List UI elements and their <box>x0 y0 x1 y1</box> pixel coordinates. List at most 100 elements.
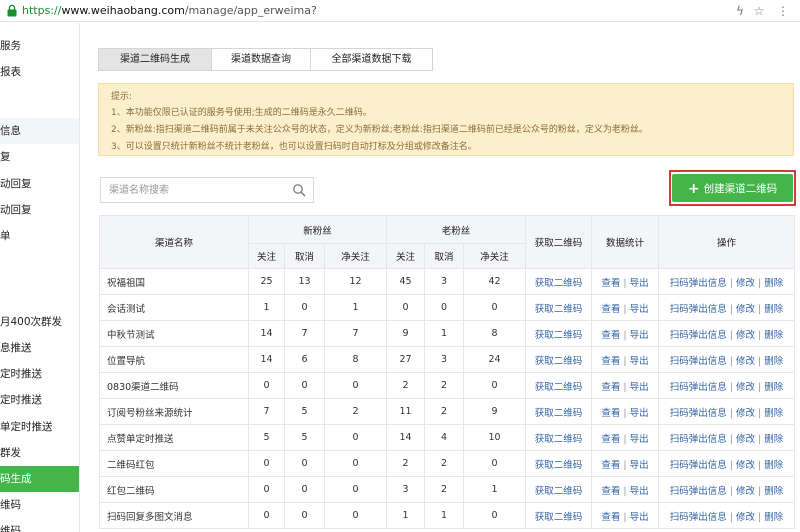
popup-info-link[interactable]: 扫码弹出信息 <box>670 512 727 523</box>
popup-info-link[interactable]: 扫码弹出信息 <box>670 278 727 289</box>
delete-link[interactable]: 删除 <box>764 278 783 289</box>
edit-link[interactable]: 修改 <box>736 304 755 315</box>
tab-qr-generate[interactable]: 渠道二维码生成 <box>99 49 212 70</box>
view-link[interactable]: 查看 <box>601 278 620 289</box>
edit-link[interactable]: 修改 <box>736 434 755 445</box>
get-qr-link[interactable]: 获取二维码 <box>535 330 583 341</box>
popup-info-link[interactable]: 扫码弹出信息 <box>670 356 727 367</box>
delete-link[interactable]: 删除 <box>764 304 783 315</box>
export-link[interactable]: 导出 <box>630 512 649 523</box>
delete-link[interactable]: 删除 <box>764 382 783 393</box>
col-header-ops: 操作 <box>658 215 795 269</box>
create-qr-button[interactable]: + 创建渠道二维码 <box>672 174 793 202</box>
sidebar-item[interactable]: 月400次群发 <box>0 309 79 335</box>
sidebar-item[interactable]: 单定时推送 <box>0 414 79 440</box>
delete-link[interactable]: 删除 <box>764 486 783 497</box>
export-link[interactable]: 导出 <box>630 304 649 315</box>
sidebar-item[interactable]: 维码 <box>0 518 79 532</box>
sidebar-item[interactable]: 动回复 <box>0 171 79 197</box>
view-link[interactable]: 查看 <box>601 408 620 419</box>
sidebar-item[interactable]: 复 <box>0 144 79 170</box>
sidebar-item[interactable]: 服务 <box>0 33 79 59</box>
export-link[interactable]: 导出 <box>630 408 649 419</box>
export-link[interactable]: 导出 <box>630 434 649 445</box>
separator: | <box>758 459 762 471</box>
delete-link[interactable]: 删除 <box>764 512 783 523</box>
edit-link[interactable]: 修改 <box>736 382 755 393</box>
sidebar-item[interactable]: 单 <box>0 223 79 249</box>
view-link[interactable]: 查看 <box>601 460 620 471</box>
get-qr-link[interactable]: 获取二维码 <box>535 486 583 497</box>
popup-info-link[interactable]: 扫码弹出信息 <box>670 460 727 471</box>
delete-link[interactable]: 删除 <box>764 460 783 471</box>
get-qr-link[interactable]: 获取二维码 <box>535 304 583 315</box>
popup-info-link[interactable]: 扫码弹出信息 <box>670 486 727 497</box>
search-input[interactable] <box>101 178 281 202</box>
ops-cell: 扫码弹出信息 | 修改 | 删除 <box>658 424 795 451</box>
search-icon[interactable] <box>292 183 306 197</box>
get-qr-link[interactable]: 获取二维码 <box>535 434 583 445</box>
get-qr-link[interactable]: 获取二维码 <box>535 512 583 523</box>
export-link[interactable]: 导出 <box>630 278 649 289</box>
popup-info-link[interactable]: 扫码弹出信息 <box>670 330 727 341</box>
delete-link[interactable]: 删除 <box>764 434 783 445</box>
notice-line: 3、可以设置只统计新粉丝不统计老粉丝，也可以设置扫码时自动打标及分组或修改备注名… <box>111 142 477 152</box>
sidebar-item[interactable]: 息推送 <box>0 335 79 361</box>
delete-link[interactable]: 删除 <box>764 408 783 419</box>
menu-icon[interactable]: ⋮ <box>776 4 790 18</box>
edit-link[interactable]: 修改 <box>736 330 755 341</box>
old-follow-cell: 27 <box>386 346 425 373</box>
export-link[interactable]: 导出 <box>630 460 649 471</box>
tab-data-download[interactable]: 全部渠道数据下载 <box>311 49 432 70</box>
edit-link[interactable]: 修改 <box>736 356 755 367</box>
popup-info-link[interactable]: 扫码弹出信息 <box>670 408 727 419</box>
get-qr-link[interactable]: 获取二维码 <box>535 460 583 471</box>
old-cancel-cell: 2 <box>424 398 464 425</box>
browser-address-bar[interactable]: https://www.weihaobang.com/manage/app_er… <box>0 0 800 22</box>
edit-link[interactable]: 修改 <box>736 512 755 523</box>
get-qr-cell: 获取二维码 <box>525 346 592 373</box>
sidebar-item-active[interactable]: 码生成 <box>0 466 79 492</box>
popup-info-link[interactable]: 扫码弹出信息 <box>670 304 727 315</box>
view-link[interactable]: 查看 <box>601 434 620 445</box>
get-qr-link[interactable]: 获取二维码 <box>535 278 583 289</box>
ops-cell: 扫码弹出信息 | 修改 | 删除 <box>658 502 795 529</box>
lightning-icon[interactable]: ϟ <box>733 4 747 18</box>
edit-link[interactable]: 修改 <box>736 408 755 419</box>
export-link[interactable]: 导出 <box>630 382 649 393</box>
star-icon[interactable]: ☆ <box>752 4 766 18</box>
notice-line: 1、本功能仅限已认证的服务号使用;生成的二维码是永久二维码。 <box>111 108 372 118</box>
channel-name: 扫码回复多图文消息 <box>99 502 249 529</box>
edit-link[interactable]: 修改 <box>736 278 755 289</box>
export-link[interactable]: 导出 <box>630 486 649 497</box>
popup-info-link[interactable]: 扫码弹出信息 <box>670 382 727 393</box>
view-link[interactable]: 查看 <box>601 304 620 315</box>
edit-link[interactable]: 修改 <box>736 486 755 497</box>
old-cancel-cell: 2 <box>424 372 464 399</box>
sidebar-item[interactable]: 维码 <box>0 492 79 518</box>
view-link[interactable]: 查看 <box>601 486 620 497</box>
popup-info-link[interactable]: 扫码弹出信息 <box>670 434 727 445</box>
tab-data-query[interactable]: 渠道数据查询 <box>212 49 311 70</box>
sidebar-item[interactable]: 群发 <box>0 440 79 466</box>
old-cancel-cell: 3 <box>424 268 464 295</box>
delete-link[interactable]: 删除 <box>764 356 783 367</box>
url-text[interactable]: https://www.weihaobang.com/manage/app_er… <box>22 4 317 17</box>
sidebar-item[interactable]: 信息 <box>0 118 79 144</box>
view-link[interactable]: 查看 <box>601 512 620 523</box>
new-net-cell: 0 <box>324 502 387 529</box>
export-link[interactable]: 导出 <box>630 356 649 367</box>
sidebar-item[interactable]: 动回复 <box>0 197 79 223</box>
get-qr-link[interactable]: 获取二维码 <box>535 408 583 419</box>
sidebar-item[interactable]: 定时推送 <box>0 361 79 387</box>
edit-link[interactable]: 修改 <box>736 460 755 471</box>
view-link[interactable]: 查看 <box>601 356 620 367</box>
sidebar-item[interactable]: 报表 <box>0 59 79 85</box>
sidebar-item[interactable]: 定时推送 <box>0 387 79 413</box>
view-link[interactable]: 查看 <box>601 382 620 393</box>
delete-link[interactable]: 删除 <box>764 330 783 341</box>
get-qr-link[interactable]: 获取二维码 <box>535 356 583 367</box>
view-link[interactable]: 查看 <box>601 330 620 341</box>
get-qr-link[interactable]: 获取二维码 <box>535 382 583 393</box>
export-link[interactable]: 导出 <box>630 330 649 341</box>
